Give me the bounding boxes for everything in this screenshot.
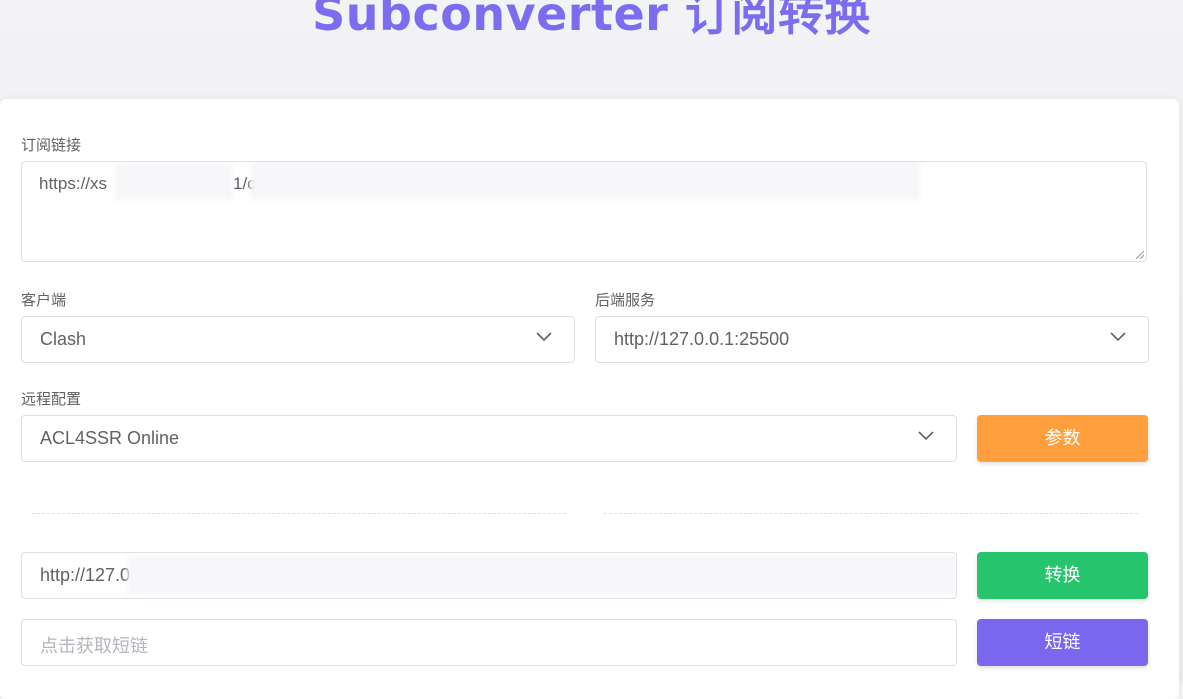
client-label: 客户端	[21, 291, 67, 309]
subscription-textarea[interactable]: https://xs 1/c	[21, 161, 1147, 262]
backend-select[interactable]: http://127.0.0.1:25500	[595, 316, 1149, 363]
redacted-region	[127, 555, 956, 595]
chevron-down-icon	[536, 332, 552, 342]
divider-right	[604, 513, 1138, 514]
converter-card: 订阅链接 https://xs 1/c 客户端 Clash 后端服务 http:…	[0, 99, 1179, 699]
client-select[interactable]: Clash	[21, 316, 575, 363]
result-url-value: http://127.0	[40, 565, 131, 585]
remote-config-selected-value: ACL4SSR Online	[40, 428, 180, 448]
short-link-input[interactable]: 点击获取短链	[21, 619, 957, 666]
convert-button[interactable]: 转换	[977, 552, 1148, 599]
chevron-down-icon	[1110, 332, 1126, 342]
subscription-label: 订阅链接	[21, 136, 82, 154]
page-title: Subconverter 订阅转换	[312, 0, 871, 41]
redacted-region	[115, 162, 233, 200]
params-button[interactable]: 参数	[977, 415, 1148, 462]
divider-left	[32, 513, 566, 514]
resize-handle-icon[interactable]	[1136, 251, 1144, 259]
chevron-down-icon	[918, 431, 934, 441]
redacted-region	[250, 162, 920, 200]
result-url-input[interactable]: http://127.0	[21, 552, 957, 599]
remote-config-select[interactable]: ACL4SSR Online	[21, 415, 957, 462]
backend-selected-value: http://127.0.0.1:25500	[614, 329, 790, 349]
subscription-value-prefix: https://xs	[39, 174, 108, 193]
client-selected-value: Clash	[40, 329, 87, 349]
backend-label: 后端服务	[595, 291, 656, 309]
remote-config-label: 远程配置	[21, 390, 82, 408]
short-link-button[interactable]: 短链	[977, 619, 1148, 666]
short-link-placeholder: 点击获取短链	[40, 636, 148, 656]
